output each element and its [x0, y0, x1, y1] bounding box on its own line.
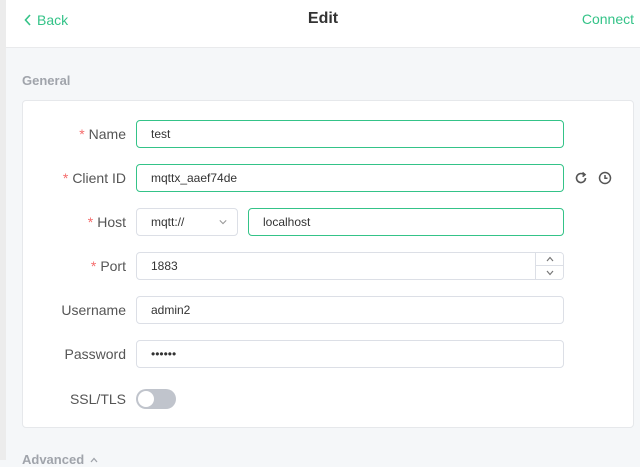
required-mark: * — [79, 126, 85, 142]
host-label: * Host — [87, 214, 126, 230]
chevron-up-icon — [546, 256, 553, 262]
port-decrement-button[interactable] — [536, 266, 563, 279]
required-mark: * — [90, 258, 97, 274]
port-stepper — [535, 253, 563, 279]
required-mark: * — [87, 214, 94, 230]
chevron-down-icon — [546, 270, 553, 275]
port-value: 1883 — [151, 259, 178, 273]
clock-icon[interactable] — [597, 170, 613, 186]
host-input[interactable]: localhost — [248, 208, 564, 236]
username-label: Username — [61, 302, 126, 318]
name-row: * Name test — [23, 120, 635, 148]
port-row: * Port 1883 — [23, 252, 635, 280]
chevron-down-icon — [219, 220, 227, 225]
name-input[interactable]: test — [136, 120, 564, 148]
required-mark: * — [62, 170, 69, 186]
protocol-value: mqtt:// — [151, 215, 185, 229]
client-id-input[interactable]: mqttx_aaef74de — [136, 164, 564, 192]
page-title: Edit — [307, 10, 339, 27]
sidebar-edge — [0, 0, 6, 460]
protocol-select[interactable]: mqtt:// — [136, 208, 238, 236]
client-id-label: * Client ID — [62, 170, 126, 186]
name-label: * Name — [79, 126, 126, 142]
client-id-row: * Client ID mqttx_aaef74de — [23, 164, 635, 192]
ssl-toggle[interactable] — [136, 389, 176, 409]
general-form-card: * Name test * Client ID mqttx_aaef74de * Ho… — [22, 100, 634, 428]
ssl-label: SSL/TLS — [69, 391, 126, 407]
connect-button[interactable]: Connect — [582, 11, 634, 27]
section-title-general: General — [22, 73, 71, 88]
password-label: Password — [64, 346, 126, 362]
port-increment-button[interactable] — [536, 253, 563, 266]
password-row: Password •••••• — [23, 340, 635, 368]
password-input[interactable]: •••••• — [136, 340, 564, 368]
port-label: * Port — [90, 258, 126, 274]
host-row: * Host mqtt:// localhost — [23, 208, 635, 236]
username-input[interactable]: admin2 — [136, 296, 564, 324]
ssl-row: SSL/TLS — [23, 385, 635, 413]
top-bar: Back Edit Connect — [6, 0, 640, 48]
toggle-knob — [138, 391, 154, 407]
username-row: Username admin2 — [23, 296, 635, 324]
port-input[interactable]: 1883 — [136, 252, 564, 280]
refresh-icon[interactable] — [573, 170, 589, 186]
